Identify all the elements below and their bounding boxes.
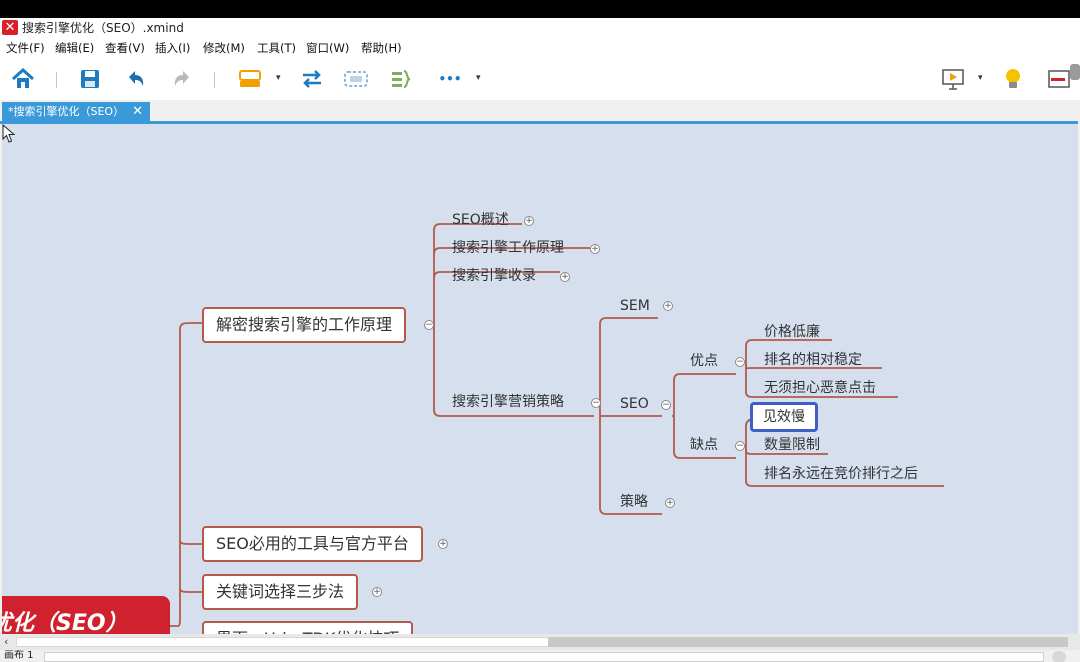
presentation-icon[interactable] (940, 66, 966, 92)
summary-icon[interactable] (388, 66, 414, 92)
topic-stable-ranking[interactable]: 排名的相对稳定 (764, 350, 862, 370)
title-bar: ✕ 搜索引擎优化（SEO）.xmind (0, 18, 1080, 38)
topic-branch-url-tdk[interactable]: 界面、Url、TDK优化技巧 (202, 621, 414, 634)
topic-branch-search-engine-principles[interactable]: 解密搜索引擎的工作原理 (202, 307, 407, 343)
topic-ranked-after-bidding[interactable]: 排名永远在竞价排行之后 (764, 464, 918, 484)
presentation-dropdown-caret[interactable]: ▾ (978, 68, 983, 88)
tab-bar: *搜索引擎优化（SEO） ✕ (0, 100, 1080, 122)
sheet-tab[interactable]: 画布 1 (4, 650, 34, 662)
central-topic[interactable]: 擎优化（SEO） (2, 596, 170, 634)
toolbar-separator (214, 72, 215, 88)
zoom-control[interactable] (1052, 651, 1066, 662)
window-title: 搜索引擎优化（SEO）.xmind (22, 21, 184, 35)
more-icon[interactable]: ••• (436, 66, 464, 92)
expand-toggle-icon[interactable]: + (590, 244, 600, 254)
topic-advantages[interactable]: 优点 (690, 351, 718, 371)
xmind-window: ✕ 搜索引擎优化（SEO）.xmind 文件(F) 编辑(E) 查看(V) 插入… (0, 18, 1080, 662)
tab-label: *搜索引擎优化（SEO） (8, 105, 125, 118)
boundary-icon[interactable] (342, 66, 370, 92)
toolbar: ▾ ••• ▾ ▾ (0, 58, 1080, 100)
home-icon[interactable] (10, 66, 36, 92)
topic-search-marketing-strategy[interactable]: 搜索引擎营销策略 (452, 392, 564, 412)
topic-style-icon[interactable] (236, 66, 264, 92)
topic-style-dropdown-caret[interactable]: ▾ (276, 68, 281, 88)
save-icon[interactable] (78, 66, 102, 92)
mindmap-canvas[interactable]: 解密搜索引擎的工作原理 − SEO必用的工具与官方平台 + 关键词选择三步法 +… (2, 124, 1078, 634)
topic-disadvantages[interactable]: 缺点 (690, 435, 718, 455)
side-panel-handle[interactable] (1070, 64, 1080, 80)
topic-seo-overview[interactable]: SEO概述 (452, 210, 509, 230)
tab-document[interactable]: *搜索引擎优化（SEO） ✕ (2, 102, 150, 122)
topic-seo[interactable]: SEO (620, 394, 649, 414)
topic-quantity-limit[interactable]: 数量限制 (764, 435, 820, 455)
status-bar: 画布 1 (0, 650, 1080, 662)
expand-toggle-icon[interactable]: + (560, 272, 570, 282)
idea-icon[interactable] (1000, 66, 1026, 92)
topic-slow-results-selected[interactable]: 见效慢 (750, 402, 818, 432)
topic-search-engine-indexing[interactable]: 搜索引擎收录 (452, 266, 536, 286)
more-dropdown-caret[interactable]: ▾ (476, 68, 481, 88)
topic-branch-keyword-selection[interactable]: 关键词选择三步法 (202, 574, 359, 610)
expand-toggle-icon[interactable]: + (665, 498, 675, 508)
expand-toggle-icon[interactable]: + (372, 587, 382, 597)
menu-view[interactable]: 查看(V) (105, 41, 145, 55)
collapse-toggle-icon[interactable]: − (591, 398, 601, 408)
xmind-logo-icon: ✕ (2, 20, 18, 35)
screen-top-border (0, 0, 1080, 18)
panel-icon[interactable] (1046, 66, 1072, 92)
topic-search-engine-principle[interactable]: 搜索引擎工作原理 (452, 238, 564, 258)
status-field (44, 652, 1044, 662)
close-icon[interactable]: ✕ (132, 102, 143, 122)
menu-window[interactable]: 窗口(W) (306, 41, 349, 55)
relationship-icon[interactable] (298, 66, 326, 92)
menu-help[interactable]: 帮助(H) (361, 41, 402, 55)
expand-toggle-icon[interactable]: + (663, 301, 673, 311)
collapse-toggle-icon[interactable]: − (735, 441, 745, 451)
expand-toggle-icon[interactable]: + (438, 539, 448, 549)
topic-low-price[interactable]: 价格低廉 (764, 322, 820, 342)
menu-insert[interactable]: 插入(I) (155, 41, 190, 55)
redo-icon[interactable] (170, 66, 194, 92)
topic-no-malicious-clicks[interactable]: 无须担心恶意点击 (764, 378, 876, 398)
collapse-toggle-icon[interactable]: − (661, 400, 671, 410)
menu-tools[interactable]: 工具(T) (257, 41, 296, 55)
collapse-toggle-icon[interactable]: − (424, 320, 434, 330)
undo-icon[interactable] (124, 66, 148, 92)
menu-file[interactable]: 文件(F) (6, 41, 45, 55)
menu-modify[interactable]: 修改(M) (203, 41, 245, 55)
mouse-cursor-icon (2, 124, 16, 143)
toolbar-separator (56, 72, 57, 88)
expand-toggle-icon[interactable]: + (524, 216, 534, 226)
scroll-left-icon[interactable]: ‹ (4, 635, 8, 648)
topic-strategy[interactable]: 策略 (620, 492, 648, 512)
menu-edit[interactable]: 编辑(E) (55, 41, 94, 55)
scrollbar-thumb[interactable] (548, 637, 1068, 647)
menu-bar: 文件(F) 编辑(E) 查看(V) 插入(I) 修改(M) 工具(T) 窗口(W… (0, 38, 1080, 58)
horizontal-scrollbar[interactable]: ‹ (0, 634, 1080, 650)
topic-sem[interactable]: SEM (620, 296, 650, 316)
collapse-toggle-icon[interactable]: − (735, 357, 745, 367)
branch-connectors (170, 223, 944, 634)
central-topic-label: 擎优化（SEO） (2, 611, 128, 634)
topic-branch-seo-tools[interactable]: SEO必用的工具与官方平台 (202, 526, 423, 562)
